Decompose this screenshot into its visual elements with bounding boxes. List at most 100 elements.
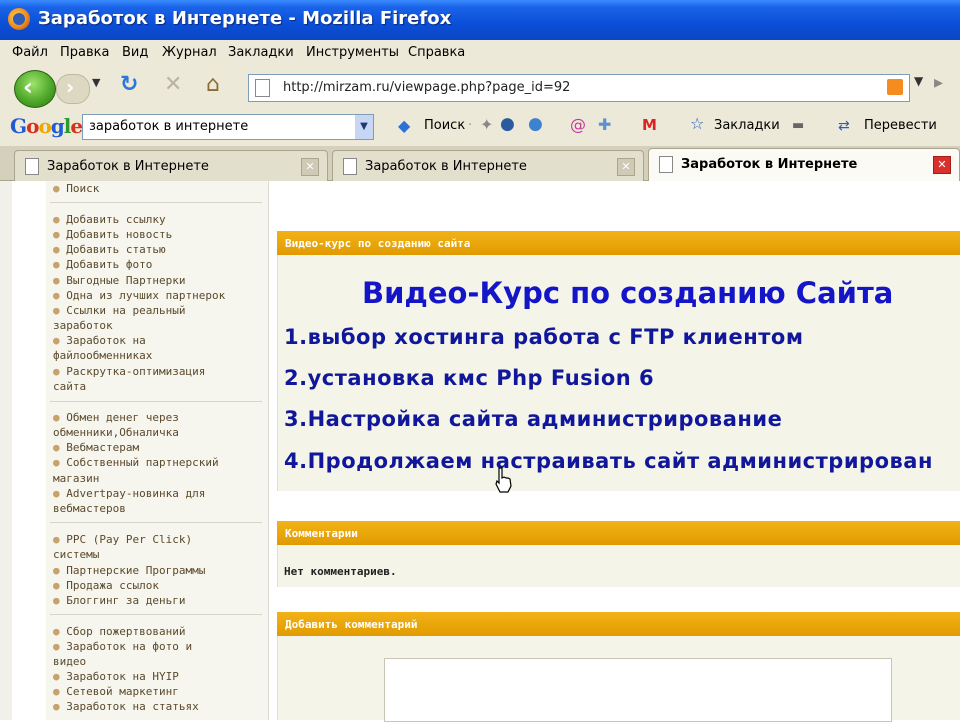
globe-icon[interactable]: ● xyxy=(500,114,515,134)
menu-history[interactable]: Журнал xyxy=(162,45,217,60)
no-comments-text: Нет комментариев. xyxy=(284,565,397,578)
sidebar-item[interactable]: видео xyxy=(53,655,86,668)
chevron-down-icon[interactable]: ▼ xyxy=(355,115,373,139)
star-icon[interactable]: ☆ xyxy=(690,114,704,133)
go-icon[interactable]: ▸ xyxy=(934,72,943,93)
sidebar-item[interactable]: ● Добавить новость xyxy=(53,228,172,241)
google-search-icon[interactable]: ◆ xyxy=(398,116,410,135)
sidebar-item[interactable]: ● Заработок на HYIP xyxy=(53,670,179,683)
sidebar-item[interactable]: файлообменниках xyxy=(53,349,152,362)
page-icon xyxy=(255,79,270,97)
google-search-input[interactable]: заработок в интернете ▼ xyxy=(82,114,374,140)
sidebar-item[interactable]: ● Собственный партнерский xyxy=(53,456,219,469)
tab-label: Заработок в Интернете xyxy=(681,157,858,172)
minus-icon[interactable]: ▬ xyxy=(792,118,804,133)
sidebar-item[interactable]: ● Добавить статью xyxy=(53,243,166,256)
tab-label: Заработок в Интернете xyxy=(365,159,527,174)
lesson-link-1[interactable]: 1.выбор хостинга работа с FTP клиентом xyxy=(284,325,804,349)
sidebar-item[interactable]: ● Добавить ссылку xyxy=(53,213,166,226)
close-icon[interactable]: ✕ xyxy=(617,158,635,176)
forward-button[interactable]: › xyxy=(56,74,90,104)
sidebar-item[interactable]: ● Продажа ссылок xyxy=(53,579,159,592)
add-comment-panel-title: Добавить комментарий xyxy=(285,618,418,631)
puzzle-icon[interactable]: ✚ xyxy=(598,115,611,134)
spiral-icon[interactable]: @ xyxy=(570,115,586,134)
reload-icon[interactable]: ↻ xyxy=(120,72,138,97)
lesson-link-4[interactable]: 4.Продолжаем настраивать сайт администри… xyxy=(284,449,933,473)
add-comment-panel-header: Добавить комментарий xyxy=(277,612,960,636)
sidebar-item[interactable]: ● Обмен денег через xyxy=(53,411,179,424)
google-bookmarks-button[interactable]: Закладки xyxy=(714,118,780,133)
sidebar-item[interactable]: ● Сбор пожертвований xyxy=(53,625,185,638)
sidebar-item[interactable]: ● Раскрутка-оптимизация xyxy=(53,365,205,378)
sidebar-divider xyxy=(50,522,262,523)
plus-icon[interactable]: ✦ xyxy=(480,115,493,134)
close-icon[interactable]: ✕ xyxy=(933,156,951,174)
course-title: Видео-Курс по созданию Сайта xyxy=(362,276,894,310)
menu-tools[interactable]: Инструменты xyxy=(306,45,399,60)
sidebar-item[interactable]: ● Партнерские Программы xyxy=(53,564,205,577)
menu-edit[interactable]: Правка xyxy=(60,45,109,60)
sidebar-item[interactable]: вебмастеров xyxy=(53,502,126,515)
tab-1[interactable]: Заработок в Интернете ✕ xyxy=(14,150,328,181)
page-icon xyxy=(25,158,39,175)
page-icon xyxy=(343,158,357,175)
arrow-right-icon: › xyxy=(66,75,75,99)
firefox-icon xyxy=(8,8,30,30)
sidebar-item[interactable]: обменники,Обналичка xyxy=(53,426,179,439)
history-dropdown-icon[interactable]: ▼ xyxy=(92,76,100,89)
menu-bookmarks[interactable]: Закладки xyxy=(228,45,294,60)
rss-icon[interactable] xyxy=(887,79,903,95)
menu-file[interactable]: Файл xyxy=(12,45,48,60)
google-logo[interactable]: Google xyxy=(10,114,83,138)
google-search-query: заработок в интернете xyxy=(89,119,249,134)
sidebar-item[interactable]: ● Сетевой маркетинг xyxy=(53,685,179,698)
comment-textarea[interactable] xyxy=(384,658,892,722)
url-dropdown-icon[interactable]: ▼ xyxy=(914,74,923,88)
sidebar-item[interactable]: ● Блоггинг за деньги xyxy=(53,594,185,607)
sidebar-item[interactable]: ● Заработок на xyxy=(53,334,146,347)
sidebar-item[interactable]: заработок xyxy=(53,319,113,332)
home-icon[interactable]: ⌂ xyxy=(206,72,220,97)
earth-icon[interactable]: ● xyxy=(528,114,543,134)
window-title: Заработок в Интернете - Mozilla Firefox xyxy=(38,8,452,29)
menu-view[interactable]: Вид xyxy=(122,45,148,60)
comments-panel-header: Комментарии xyxy=(277,521,960,545)
sidebar-divider xyxy=(50,614,262,615)
content-top-fragment xyxy=(272,181,960,201)
window-title-bar[interactable]: Заработок в Интернете - Mozilla Firefox xyxy=(0,0,960,40)
sidebar-item[interactable]: ● PPC (Pay Per Click) xyxy=(53,533,192,546)
close-icon[interactable]: ✕ xyxy=(301,158,319,176)
menu-help[interactable]: Справка xyxy=(408,45,465,60)
tab-3-active[interactable]: Заработок в Интернете ✕ xyxy=(648,148,960,182)
sidebar-item[interactable]: ● Выгодные Партнерки xyxy=(53,274,185,287)
page-left-margin xyxy=(0,181,12,720)
sidebar-item[interactable]: ● Advertpay-новинка для xyxy=(53,487,205,500)
translate-icon[interactable]: ⇄ xyxy=(838,118,850,134)
sidebar-item[interactable]: системы xyxy=(53,548,99,561)
sidebar-item-search[interactable]: ● Поиск xyxy=(53,182,99,195)
video-course-panel-header: Видео-курс по созданию сайта xyxy=(277,231,960,255)
sidebar-item[interactable]: сайта xyxy=(53,380,86,393)
sidebar-item[interactable]: ● Одна из лучших партнерок xyxy=(53,289,225,302)
sidebar-item[interactable]: ● Вебмастерам xyxy=(53,441,139,454)
page-icon xyxy=(659,156,673,173)
lesson-link-2[interactable]: 2.установка кмс Php Fusion 6 xyxy=(284,366,654,390)
lesson-link-3[interactable]: 3.Настройка сайта администрирование xyxy=(284,407,782,431)
google-search-button[interactable]: Поиск xyxy=(424,118,465,133)
sidebar-item[interactable]: магазин xyxy=(53,472,99,485)
video-course-panel-title: Видео-курс по созданию сайта xyxy=(285,237,471,250)
address-bar[interactable]: http://mirzam.ru/viewpage.php?page_id=92 xyxy=(248,74,910,102)
back-button[interactable]: ‹ xyxy=(14,70,56,108)
sidebar-divider xyxy=(50,202,262,203)
separator-icon: · xyxy=(468,118,473,133)
gmail-icon[interactable]: M xyxy=(642,116,657,134)
google-translate-button[interactable]: Перевести xyxy=(864,118,937,133)
stop-icon[interactable]: ✕ xyxy=(164,72,182,97)
sidebar-item[interactable]: ● Заработок на фото и xyxy=(53,640,192,653)
arrow-left-icon: ‹ xyxy=(23,73,33,101)
sidebar-item[interactable]: ● Ссылки на реальный xyxy=(53,304,185,317)
sidebar-item[interactable]: ● Добавить фото xyxy=(53,258,152,271)
sidebar-item[interactable]: ● Заработок на статьях xyxy=(53,700,199,713)
tab-2[interactable]: Заработок в Интернете ✕ xyxy=(332,150,644,181)
